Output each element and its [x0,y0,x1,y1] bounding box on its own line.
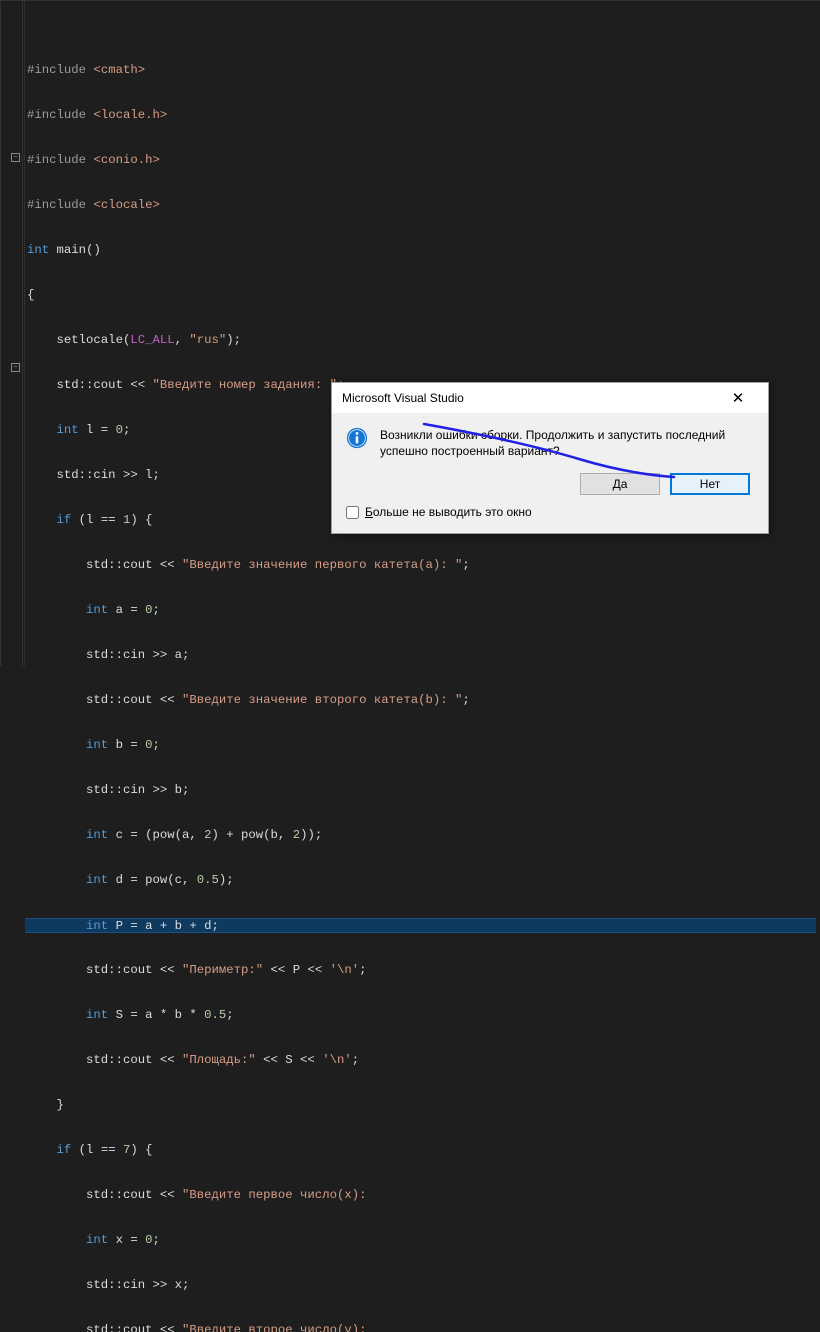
dialog-message: Возникли ошибки сборки. Продолжить и зап… [380,427,756,459]
code-editor[interactable]: − − #include <cmath> #include <locale.h>… [0,0,820,666]
yes-button[interactable]: Да [580,473,660,495]
dialog-titlebar: Microsoft Visual Studio ✕ [332,383,768,413]
current-line: int P = a + b + d; [25,918,816,933]
fold-marker[interactable]: − [11,153,20,162]
gutter: − − [1,1,23,666]
dialog-title: Microsoft Visual Studio [342,391,464,405]
dont-show-label[interactable]: Больше не выводить это окно [365,505,532,519]
build-error-dialog: Microsoft Visual Studio ✕ Возникли ошибк… [331,382,769,534]
code-area[interactable]: #include <cmath> #include <locale.h> #in… [23,1,820,666]
fold-marker[interactable]: − [11,363,20,372]
dont-show-checkbox[interactable] [346,506,359,519]
close-button[interactable]: ✕ [718,389,758,407]
info-icon [346,427,368,449]
no-button[interactable]: Нет [670,473,750,495]
